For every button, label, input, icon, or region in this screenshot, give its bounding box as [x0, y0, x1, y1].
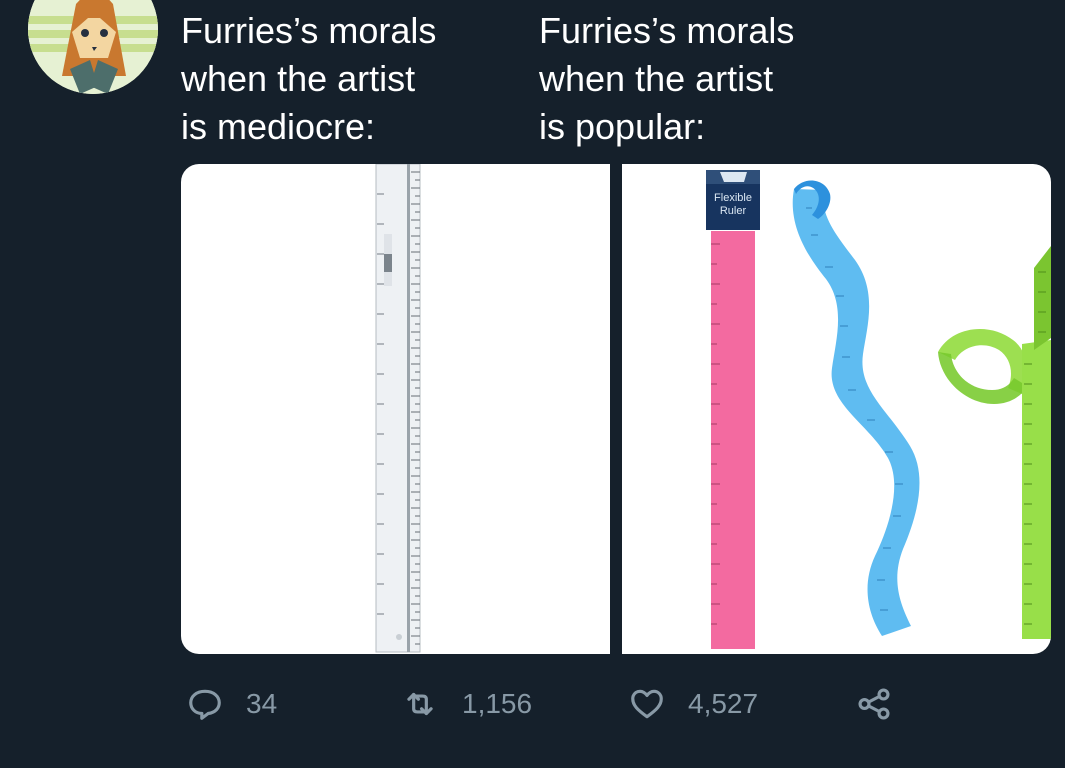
plain-ruler-icon — [375, 164, 421, 653]
share-button[interactable] — [855, 684, 893, 724]
avatar[interactable] — [28, 0, 158, 94]
reply-button[interactable]: 34 — [186, 684, 277, 724]
reply-count: 34 — [246, 688, 278, 719]
retweet-icon — [407, 692, 433, 716]
left-ruler-image[interactable] — [181, 164, 610, 654]
tweet-actions: 34 1,156 4,527 — [0, 668, 1065, 738]
retweet-button[interactable]: 1,156 — [400, 684, 532, 724]
retweet-count: 1,156 — [462, 688, 533, 719]
fox-avatar-icon — [28, 0, 158, 94]
caption-left: Furries’s morals when the artist is medi… — [181, 10, 437, 147]
caption-right: Furries’s morals when the artist is popu… — [539, 10, 795, 147]
media-grid[interactable]: Flexible Ruler — [181, 164, 1051, 654]
right-flexible-rulers-image[interactable]: Flexible Ruler — [622, 164, 1051, 654]
like-count: 4,527 — [688, 688, 759, 719]
package-label: Flexible Ruler — [714, 192, 752, 217]
share-icon — [858, 688, 890, 720]
like-button[interactable]: 4,527 — [628, 684, 758, 724]
reply-icon — [189, 689, 221, 720]
like-icon — [631, 689, 663, 719]
flexible-rulers-icon — [706, 170, 1051, 649]
